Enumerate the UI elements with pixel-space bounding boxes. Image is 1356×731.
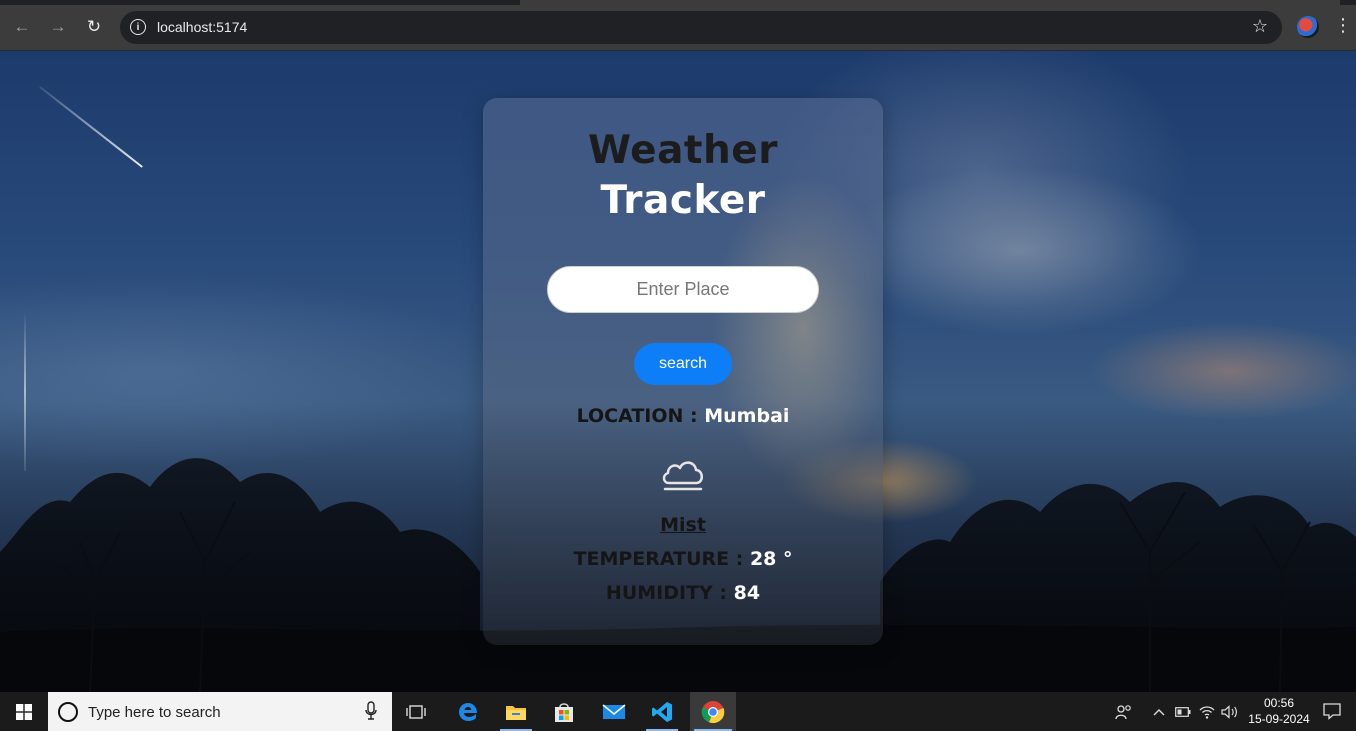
cloud-mist-icon — [662, 461, 703, 491]
temperature-label: TEMPERATURE : — [573, 548, 750, 570]
task-view-icon[interactable] — [396, 692, 436, 731]
volume-icon[interactable] — [1220, 692, 1240, 731]
store-icon[interactable] — [544, 692, 584, 731]
weather-card: Weather Tracker search LOCATION : Mumbai… — [483, 98, 883, 645]
place-search-input[interactable] — [547, 266, 819, 313]
forward-arrow-icon[interactable]: → — [44, 13, 72, 41]
address-bar[interactable]: i localhost:5174 ☆ — [120, 11, 1282, 44]
vscode-icon[interactable] — [642, 692, 682, 731]
humidity-line: HUMIDITY : 84 — [483, 582, 883, 604]
kebab-menu-icon[interactable]: ⋮ — [1334, 16, 1352, 34]
chrome-icon[interactable] — [690, 692, 736, 731]
edge-icon[interactable] — [448, 692, 488, 731]
location-label: LOCATION : — [576, 405, 705, 427]
taskbar-search-placeholder[interactable]: Type here to search — [88, 704, 221, 721]
profile-avatar[interactable] — [1297, 16, 1319, 38]
search-button[interactable]: search — [634, 343, 732, 385]
battery-icon[interactable] — [1174, 692, 1192, 731]
file-explorer-icon[interactable] — [496, 692, 536, 731]
title-weather: Weather — [588, 128, 778, 173]
humidity-label: HUMIDITY : — [605, 582, 734, 604]
browser-toolbar: ← → ↻ i localhost:5174 ☆ ⋮ — [0, 5, 1356, 51]
address-url[interactable]: localhost:5174 — [157, 19, 247, 35]
location-value: Mumbai — [704, 405, 790, 427]
temperature-line: TEMPERATURE : 28 ° — [483, 548, 883, 570]
wifi-icon[interactable] — [1198, 692, 1216, 731]
browser-chrome: ← → ↻ i localhost:5174 ☆ ⋮ — [0, 0, 1356, 51]
notification-center-icon[interactable] — [1322, 702, 1342, 720]
taskbar-search-box[interactable]: Type here to search — [48, 692, 392, 731]
back-arrow-icon[interactable]: ← — [8, 13, 36, 41]
background-meteor-streak — [39, 86, 143, 168]
mail-icon[interactable] — [594, 692, 634, 731]
microphone-icon[interactable] — [364, 701, 378, 721]
cortana-icon[interactable] — [58, 702, 78, 722]
humidity-value: 84 — [733, 582, 761, 604]
location-line: LOCATION : Mumbai — [483, 405, 883, 427]
temperature-value: 28 ° — [749, 548, 793, 570]
clock-date: 15-09-2024 — [1248, 712, 1310, 726]
title-tracker: Tracker — [600, 178, 766, 223]
site-info-icon[interactable]: i — [130, 19, 146, 35]
taskbar-clock[interactable]: 00:56 15-09-2024 — [1244, 695, 1314, 727]
weather-condition: Mist — [660, 514, 706, 536]
clock-time: 00:56 — [1263, 696, 1295, 710]
windows-taskbar: Type here to search 00:56 15-09-2024 — [0, 692, 1356, 731]
windows-start-icon[interactable] — [0, 692, 48, 731]
chevron-up-icon[interactable] — [1150, 692, 1168, 731]
reload-icon[interactable]: ↻ — [80, 13, 108, 41]
people-icon[interactable] — [1112, 692, 1136, 731]
page-viewport: Weather Tracker search LOCATION : Mumbai… — [0, 51, 1356, 692]
bookmark-star-icon[interactable]: ☆ — [1252, 16, 1268, 37]
